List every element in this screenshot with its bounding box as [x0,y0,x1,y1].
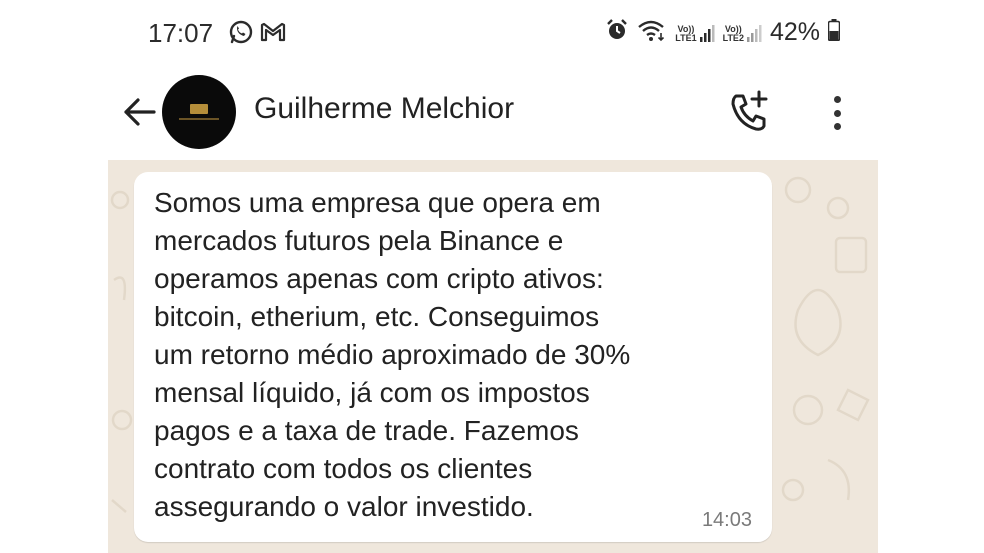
message-bubble[interactable]: Somos uma empresa que opera em mercados … [134,172,772,542]
back-arrow-icon [124,98,156,126]
battery-icon [827,19,841,46]
contact-name[interactable]: Guilherme Melchior [254,92,514,126]
lte1-bottom: LTE1 [675,32,697,43]
whatsapp-icon [228,19,254,50]
avatar-logo-text [179,118,219,120]
status-time: 17:07 [148,18,214,48]
wifi-icon [637,18,667,47]
lte2-bottom: LTE2 [722,32,744,43]
status-bar: 17:07 Vo)) LTE1 Vo)) LTE2 42% [108,0,878,66]
more-vert-icon [833,96,841,103]
more-options-button[interactable] [822,90,852,136]
chat-header: Guilherme Melchior [108,66,878,158]
message-timestamp: 14:03 [701,509,752,531]
battery-percent: 42% [769,18,820,46]
chat-area[interactable]: Somos uma empresa que opera em mercados … [108,160,878,553]
more-vert-dot [833,109,841,117]
message-text: Somos uma empresa que opera em mercados … [154,187,631,522]
add-call-button[interactable] [726,88,774,136]
back-button[interactable] [120,92,160,132]
gmail-icon [260,21,286,48]
phone-screen: 17:07 Vo)) LTE1 Vo)) LTE2 42% Guilherme … [108,0,878,553]
status-right-icons: Vo)) LTE1 Vo)) LTE2 42% [605,18,841,47]
signal-lte2-icon: Vo)) LTE2 [723,23,762,43]
more-vert-dot [833,123,841,130]
avatar-logo-mark [190,104,208,114]
alarm-icon [605,18,629,47]
status-left-icons [228,19,286,50]
avatar[interactable] [162,75,236,149]
signal-lte1-icon: Vo)) LTE1 [675,23,715,43]
add-call-icon [731,90,768,131]
